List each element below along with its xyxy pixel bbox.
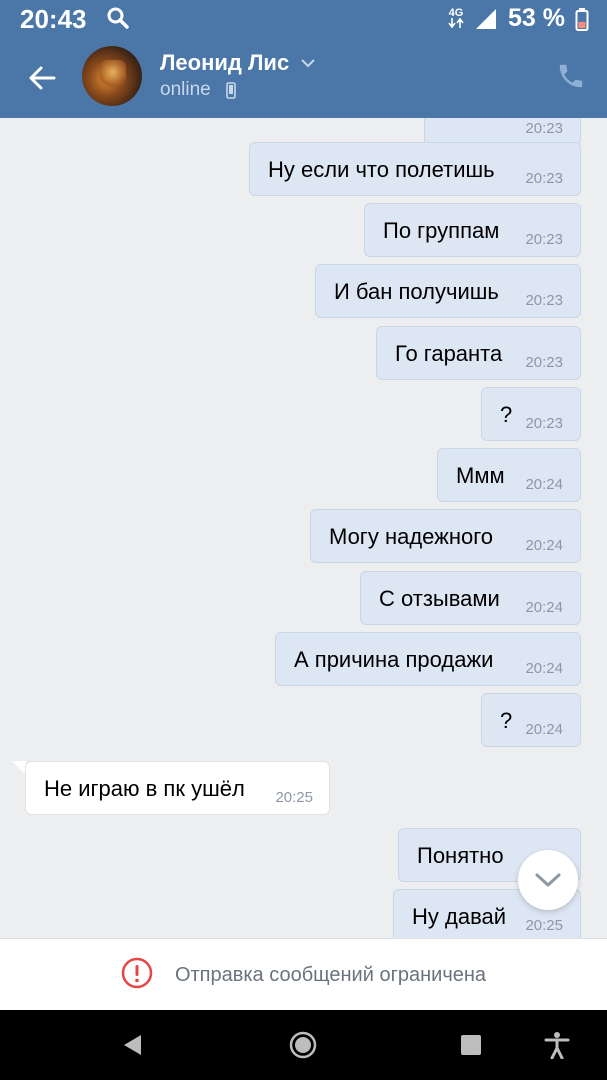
message-bubble-outgoing[interactable]: И бан получишь 20:23 xyxy=(315,264,581,318)
message-text: Го гаранта xyxy=(395,341,503,366)
message-time: 20:25 xyxy=(275,789,313,806)
message-text: ? xyxy=(500,402,513,427)
message-time: 20:24 xyxy=(525,660,563,677)
message-text: А причина продажи xyxy=(294,647,494,672)
message-bubble-outgoing[interactable]: ? 20:23 xyxy=(481,387,581,441)
message-text: Ну давай xyxy=(412,904,507,929)
nav-recents-button[interactable] xyxy=(456,1030,486,1060)
message-text: И бан получишь xyxy=(334,279,499,304)
network-indicator: 4G xyxy=(448,6,464,30)
message-text: С отзывами xyxy=(379,586,500,611)
message-bubble-outgoing[interactable]: Го гаранта 20:23 xyxy=(376,326,581,380)
message-time: 20:25 xyxy=(525,917,563,934)
message-bubble-outgoing[interactable]: Ммм 20:24 xyxy=(437,448,581,502)
phone-icon xyxy=(559,64,583,88)
back-button[interactable] xyxy=(22,60,62,96)
message-bubble-outgoing[interactable]: Могу надежного 20:24 xyxy=(310,509,581,563)
app-header: 20:43 4G 53 % Леонид Лис online xyxy=(0,0,607,118)
bubble-tail xyxy=(12,761,26,775)
signal-icon xyxy=(476,8,497,29)
square-recents-icon xyxy=(461,1035,481,1055)
message-text: Не играю в пк ушёл xyxy=(44,776,245,801)
message-time: 20:24 xyxy=(525,537,563,554)
message-time: 20:24 xyxy=(525,721,563,738)
message-bubble-outgoing[interactable]: ? 20:24 xyxy=(481,693,581,747)
message-bubble-outgoing[interactable]: С отзывами 20:24 xyxy=(360,571,581,625)
message-text: По группам xyxy=(383,218,500,243)
scroll-to-bottom-button[interactable] xyxy=(518,850,578,910)
message-text: Ну если что полетишь xyxy=(268,157,495,182)
contact-name[interactable]: Леонид Лис xyxy=(160,50,289,76)
accessibility-icon xyxy=(544,1032,570,1059)
message-text: Понятно xyxy=(417,843,504,868)
contact-status: online xyxy=(160,79,211,100)
call-button[interactable] xyxy=(556,61,588,93)
status-time: 20:43 xyxy=(20,4,87,34)
message-text: ? xyxy=(500,708,513,733)
arrow-left-icon xyxy=(29,66,56,90)
system-navigation-bar xyxy=(0,1010,607,1080)
message-time: 20:23 xyxy=(525,415,563,432)
message-bubble-outgoing[interactable]: А причина продажи 20:24 xyxy=(275,632,581,686)
warning-icon xyxy=(121,957,153,994)
battery-percent: 53 % xyxy=(508,4,565,32)
accessibility-button[interactable] xyxy=(542,1030,572,1060)
message-time: 20:23 xyxy=(525,170,563,187)
message-time: 20:23 xyxy=(525,231,563,248)
triangle-left-icon xyxy=(124,1035,141,1055)
network-type: 4G xyxy=(448,6,464,19)
mobile-icon xyxy=(226,82,236,104)
search-icon xyxy=(106,6,130,35)
chevron-down-icon xyxy=(535,873,561,887)
message-bubble-outgoing[interactable]: По группам 20:23 xyxy=(364,203,581,257)
nav-back-button[interactable] xyxy=(118,1030,148,1060)
data-arrows-icon xyxy=(448,17,464,28)
message-text: Ммм xyxy=(456,463,505,488)
message-text: Могу надежного xyxy=(329,524,494,549)
message-time: 20:23 xyxy=(525,120,563,137)
message-time: 20:24 xyxy=(525,476,563,493)
message-bubble-incoming[interactable]: Не играю в пк ушёл 20:25 xyxy=(25,761,330,815)
message-time: 20:23 xyxy=(525,292,563,309)
status-indicators: 4G 53 % xyxy=(448,4,589,33)
nav-home-button[interactable] xyxy=(288,1030,318,1060)
battery-icon xyxy=(575,7,589,31)
contact-avatar[interactable] xyxy=(82,46,142,106)
messaging-restricted-bar: Отправка сообщений ограничена xyxy=(0,938,607,1011)
chevron-down-icon[interactable] xyxy=(300,56,316,74)
message-list[interactable]: 20:23 Ну если что полетишь 20:23 По груп… xyxy=(0,118,607,938)
circle-home-icon xyxy=(289,1031,317,1059)
message-time: 20:24 xyxy=(525,599,563,616)
message-time: 20:23 xyxy=(525,354,563,371)
restricted-notice: Отправка сообщений ограничена xyxy=(174,963,487,986)
message-bubble-outgoing[interactable]: Ну если что полетишь 20:23 xyxy=(249,142,581,196)
